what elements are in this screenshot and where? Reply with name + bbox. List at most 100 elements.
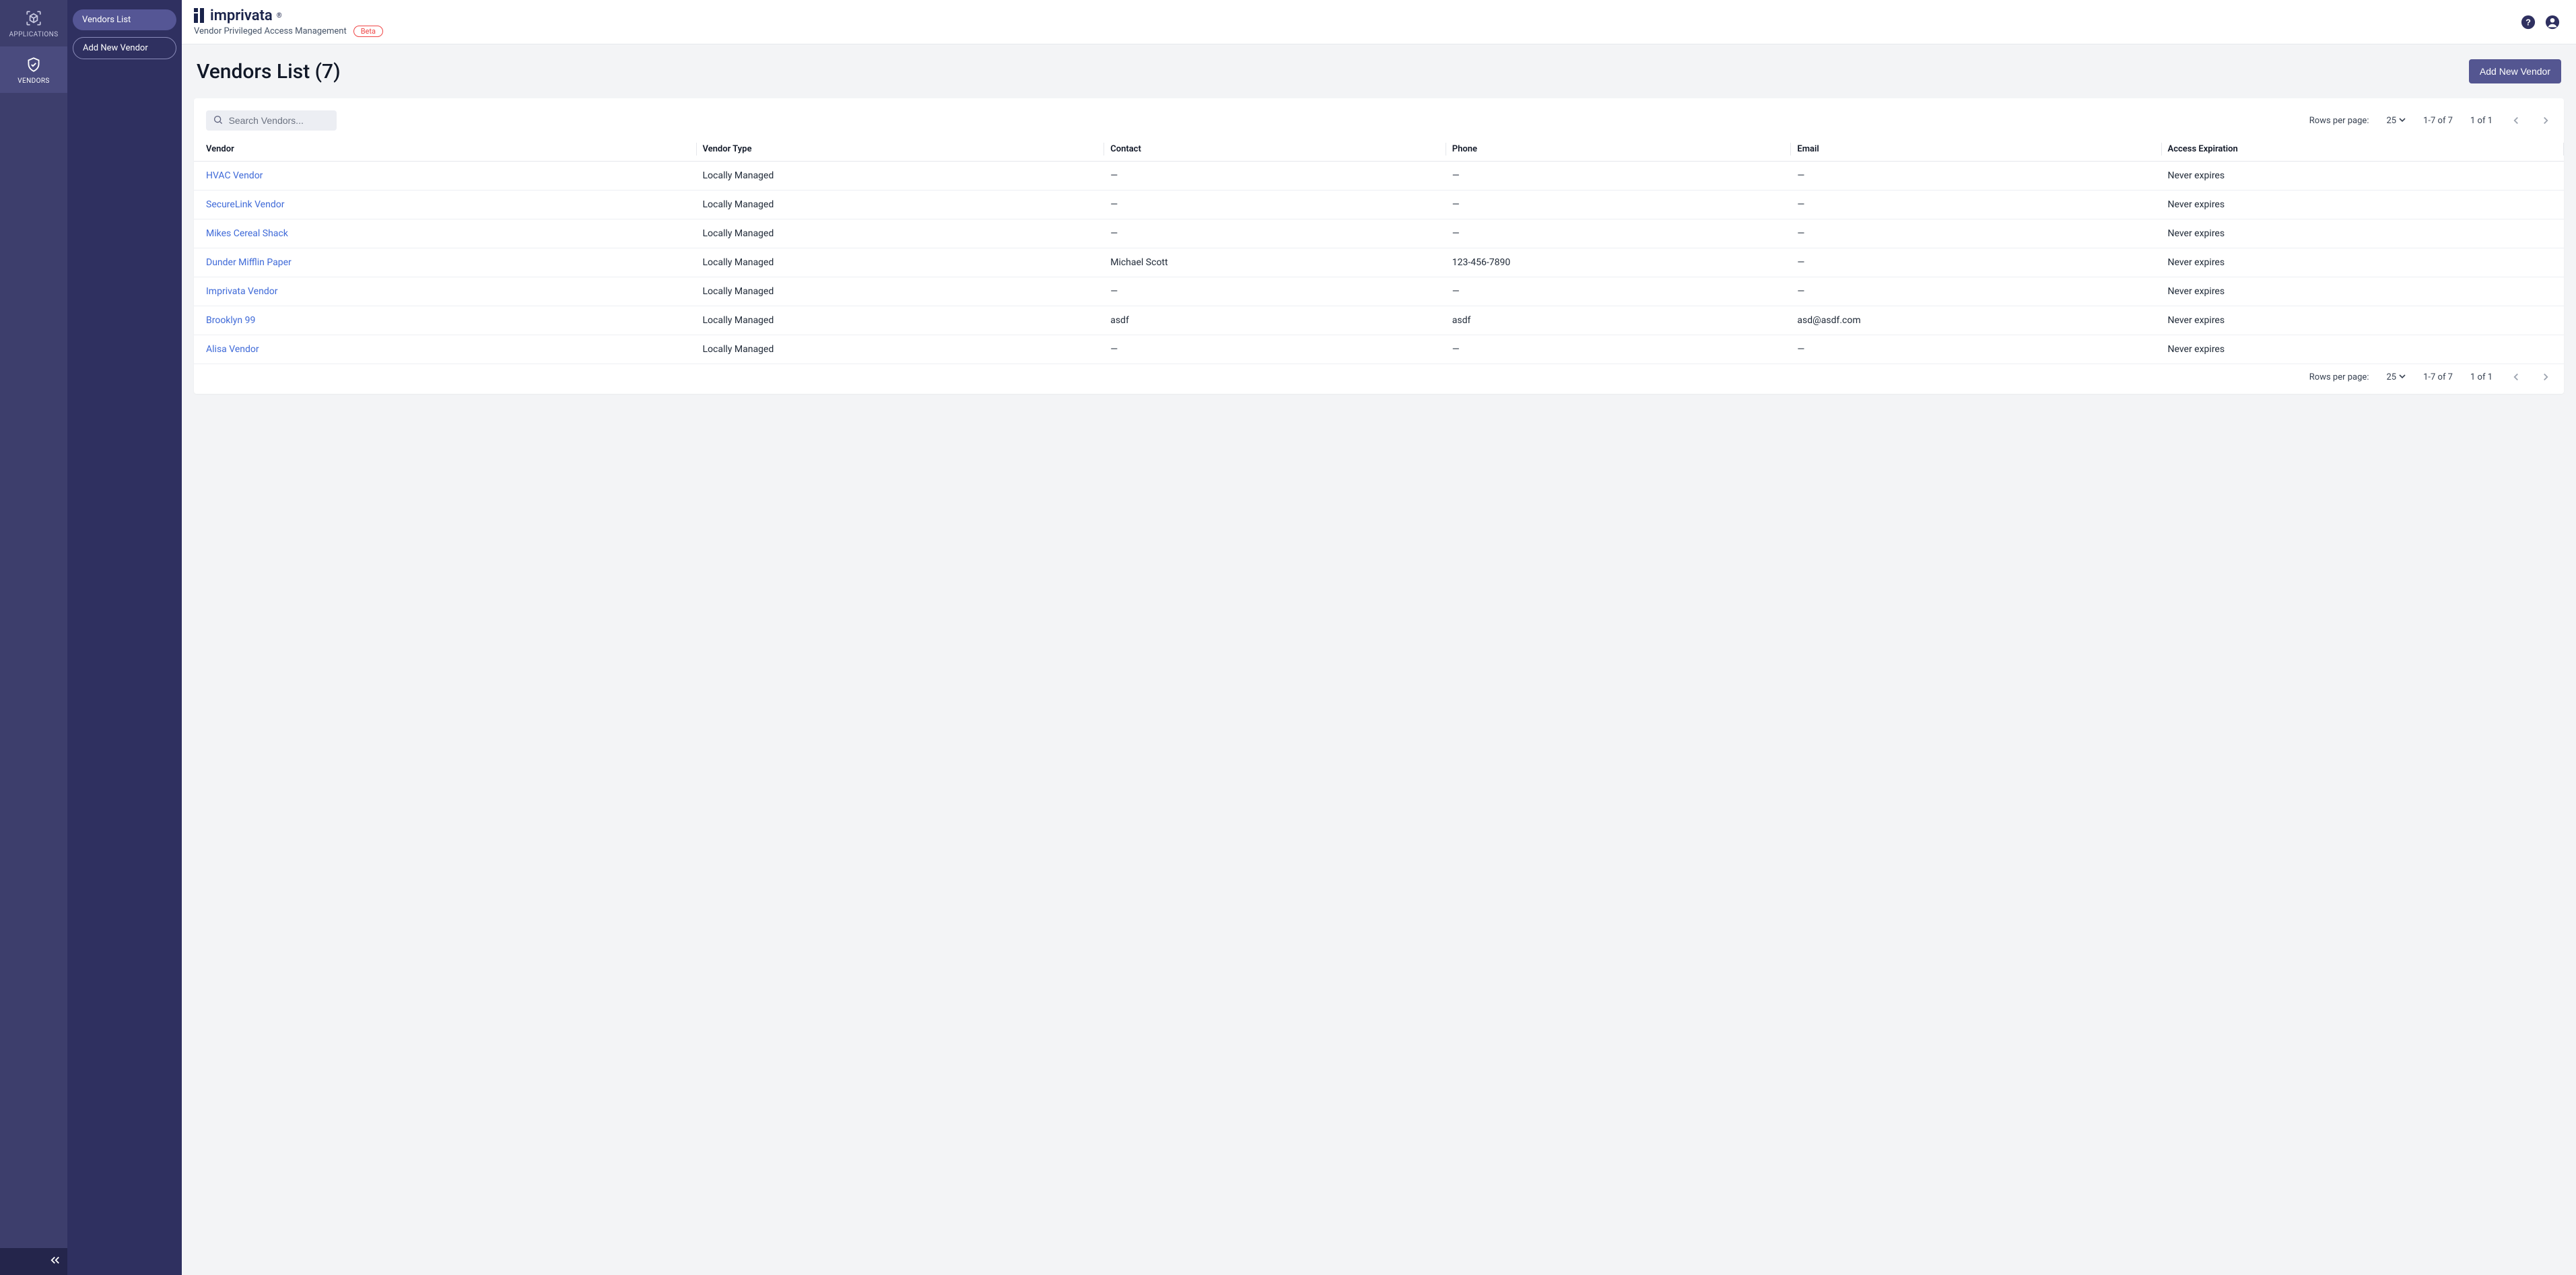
vendor-link[interactable]: Brooklyn 99	[206, 315, 255, 326]
cell-contact: asdf	[1104, 306, 1446, 335]
main: imprivata ® Vendor Privileged Access Mana…	[182, 0, 2576, 1275]
rows-per-page-label: Rows per page:	[2309, 116, 2369, 126]
table-footer: Rows per page: 25 1-7 of 7 1 of 1	[194, 364, 2564, 391]
cell-contact: —	[1104, 335, 1446, 364]
vendors-card: Rows per page: 25 1-7 of 7 1 of 1 Vendor…	[194, 98, 2564, 394]
cell-expiration: Never expires	[2161, 219, 2564, 248]
help-button[interactable]: ?	[2521, 15, 2536, 30]
brand-subtitle: Vendor Privileged Access Management	[194, 26, 347, 36]
collapse-sidebar-button[interactable]	[47, 1253, 63, 1270]
nav-rail-vendors[interactable]: VENDORS	[0, 46, 67, 93]
cell-contact: —	[1104, 191, 1446, 219]
table-row: HVAC VendorLocally Managed———Never expir…	[194, 162, 2564, 191]
cell-email: —	[1790, 335, 2161, 364]
sidebar: Vendors List Add New Vendor	[67, 0, 182, 1275]
table-toolbar: Rows per page: 25 1-7 of 7 1 of 1	[194, 110, 2564, 137]
cell-email: —	[1790, 277, 2161, 306]
chevrons-left-icon	[49, 1254, 61, 1269]
vendor-link[interactable]: Alisa Vendor	[206, 344, 259, 355]
cell-phone: —	[1446, 191, 1791, 219]
cell-contact: —	[1104, 162, 1446, 191]
cell-phone: —	[1446, 162, 1791, 191]
vendor-link[interactable]: Imprivata Vendor	[206, 286, 277, 297]
col-label: Vendor Type	[703, 144, 752, 154]
pagination-bottom: Rows per page: 25 1-7 of 7 1 of 1	[2309, 371, 2552, 383]
rows-per-page-value: 25	[2386, 116, 2396, 126]
cell-phone: —	[1446, 335, 1791, 364]
col-email[interactable]: Email	[1790, 137, 2161, 162]
cell-expiration: Never expires	[2161, 306, 2564, 335]
search-field[interactable]	[206, 110, 337, 131]
search-input[interactable]	[229, 115, 330, 126]
cell-expiration: Never expires	[2161, 335, 2564, 364]
account-button[interactable]	[2545, 15, 2560, 30]
cell-vendor-type: Locally Managed	[696, 335, 1104, 364]
page-header: Vendors List (7) Add New Vendor	[194, 59, 2564, 83]
cell-vendor-type: Locally Managed	[696, 277, 1104, 306]
cell-email: asd@asdf.com	[1790, 306, 2161, 335]
rows-per-page-value: 25	[2386, 372, 2396, 382]
col-contact[interactable]: Contact	[1104, 137, 1446, 162]
search-icon	[213, 114, 224, 127]
col-label: Contact	[1110, 144, 1141, 154]
range-text: 1-7 of 7	[2423, 116, 2453, 126]
col-label: Access Expiration	[2168, 144, 2238, 154]
col-label: Email	[1797, 144, 1819, 154]
next-page-button[interactable]	[2540, 371, 2552, 383]
cell-phone: asdf	[1446, 306, 1791, 335]
vendor-link[interactable]: HVAC Vendor	[206, 170, 263, 181]
registered-mark: ®	[277, 12, 282, 20]
nav-rail-label: VENDORS	[18, 77, 50, 85]
col-label: Phone	[1452, 144, 1477, 154]
brand: imprivata ® Vendor Privileged Access Mana…	[194, 7, 383, 37]
col-vendor[interactable]: Vendor	[194, 137, 696, 162]
table-header-row: Vendor Vendor Type Contact Phone Email A…	[194, 137, 2564, 162]
beta-badge: Beta	[353, 26, 383, 37]
cell-vendor-type: Locally Managed	[696, 162, 1104, 191]
col-vendor-type[interactable]: Vendor Type	[696, 137, 1104, 162]
page-body: Vendors List (7) Add New Vendor Rows per…	[182, 44, 2576, 1275]
table-row: Brooklyn 99Locally Managedasdfasdfasd@as…	[194, 306, 2564, 335]
cell-vendor-type: Locally Managed	[696, 219, 1104, 248]
col-access-expiration[interactable]: Access Expiration	[2161, 137, 2564, 162]
brand-title: imprivata ®	[194, 7, 383, 24]
cell-contact: —	[1104, 219, 1446, 248]
cell-phone: —	[1446, 277, 1791, 306]
cell-phone: 123-456-7890	[1446, 248, 1791, 277]
vendors-table: Vendor Vendor Type Contact Phone Email A…	[194, 137, 2564, 364]
rows-per-page-label: Rows per page:	[2309, 372, 2369, 382]
table-row: Dunder Mifflin PaperLocally ManagedMicha…	[194, 248, 2564, 277]
cell-phone: —	[1446, 219, 1791, 248]
cell-email: —	[1790, 162, 2161, 191]
cube-scan-icon	[25, 9, 42, 27]
prev-page-button[interactable]	[2510, 371, 2522, 383]
cell-vendor-type: Locally Managed	[696, 191, 1104, 219]
add-new-vendor-button[interactable]: Add New Vendor	[2469, 59, 2561, 83]
topbar: imprivata ® Vendor Privileged Access Mana…	[182, 0, 2576, 44]
vendor-link[interactable]: SecureLink Vendor	[206, 199, 284, 210]
next-page-button[interactable]	[2540, 114, 2552, 127]
sidebar-item-label: Add New Vendor	[83, 43, 148, 53]
rows-per-page-select[interactable]: 25	[2386, 372, 2406, 382]
brand-name: imprivata	[210, 7, 273, 24]
cell-vendor-type: Locally Managed	[696, 306, 1104, 335]
sidebar-item-vendors-list[interactable]: Vendors List	[73, 9, 176, 30]
col-phone[interactable]: Phone	[1446, 137, 1791, 162]
vendor-link[interactable]: Dunder Mifflin Paper	[206, 257, 292, 268]
nav-rail-footer	[0, 1248, 67, 1275]
vendor-link[interactable]: Mikes Cereal Shack	[206, 228, 288, 239]
prev-page-button[interactable]	[2510, 114, 2522, 127]
cell-email: —	[1790, 219, 2161, 248]
rows-per-page-select[interactable]: 25	[2386, 116, 2406, 126]
page-title: Vendors List (7)	[197, 60, 341, 83]
shield-check-icon	[25, 56, 42, 73]
cell-email: —	[1790, 191, 2161, 219]
sidebar-item-add-new-vendor[interactable]: Add New Vendor	[73, 37, 176, 59]
caret-down-icon	[2399, 116, 2406, 126]
nav-rail-label: APPLICATIONS	[9, 31, 58, 38]
caret-down-icon	[2399, 372, 2406, 382]
nav-rail: APPLICATIONS VENDORS	[0, 0, 67, 1275]
cell-contact: —	[1104, 277, 1446, 306]
nav-rail-applications[interactable]: APPLICATIONS	[0, 0, 67, 46]
brand-logo-icon	[194, 8, 206, 23]
